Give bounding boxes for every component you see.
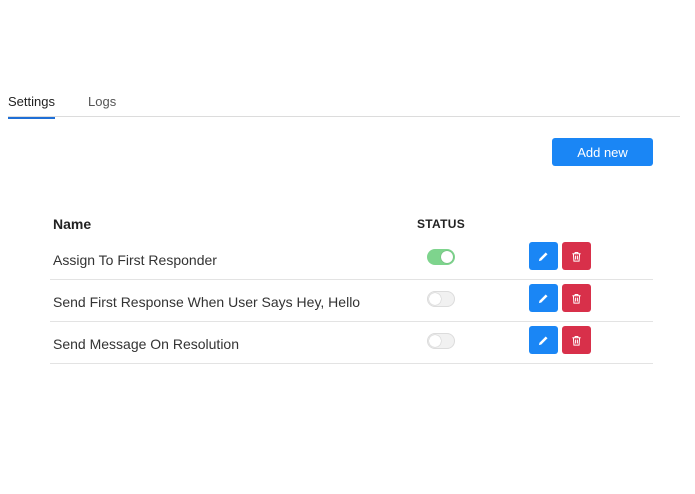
rules-table: Name STATUS Assign To First Responder Se… xyxy=(50,208,653,364)
tab-settings[interactable]: Settings xyxy=(8,94,55,119)
pencil-icon xyxy=(538,251,549,262)
table-row: Send First Response When User Says Hey, … xyxy=(50,280,653,322)
toggle-knob xyxy=(429,293,441,305)
delete-button[interactable] xyxy=(562,326,591,354)
table-row: Assign To First Responder xyxy=(50,238,653,280)
column-header-name: Name xyxy=(53,216,92,232)
toggle-knob xyxy=(429,335,441,347)
status-toggle[interactable] xyxy=(427,291,455,307)
trash-icon xyxy=(571,335,582,346)
column-header-status: STATUS xyxy=(417,217,466,231)
trash-icon xyxy=(571,293,582,304)
edit-button[interactable] xyxy=(529,242,558,270)
edit-button[interactable] xyxy=(529,326,558,354)
status-toggle[interactable] xyxy=(427,333,455,349)
row-name: Assign To First Responder xyxy=(53,252,217,268)
delete-button[interactable] xyxy=(562,284,591,312)
add-new-button[interactable]: Add new xyxy=(552,138,653,166)
row-name: Send First Response When User Says Hey, … xyxy=(53,294,361,310)
status-toggle[interactable] xyxy=(427,249,455,265)
row-name: Send Message On Resolution xyxy=(53,336,239,352)
trash-icon xyxy=(571,251,582,262)
table-row: Send Message On Resolution xyxy=(50,322,653,364)
edit-button[interactable] xyxy=(529,284,558,312)
toggle-knob xyxy=(441,251,453,263)
delete-button[interactable] xyxy=(562,242,591,270)
table-header: Name STATUS xyxy=(50,208,653,238)
pencil-icon xyxy=(538,335,549,346)
pencil-icon xyxy=(538,293,549,304)
tab-logs[interactable]: Logs xyxy=(88,94,116,117)
tab-bar: Settings Logs xyxy=(8,86,680,119)
